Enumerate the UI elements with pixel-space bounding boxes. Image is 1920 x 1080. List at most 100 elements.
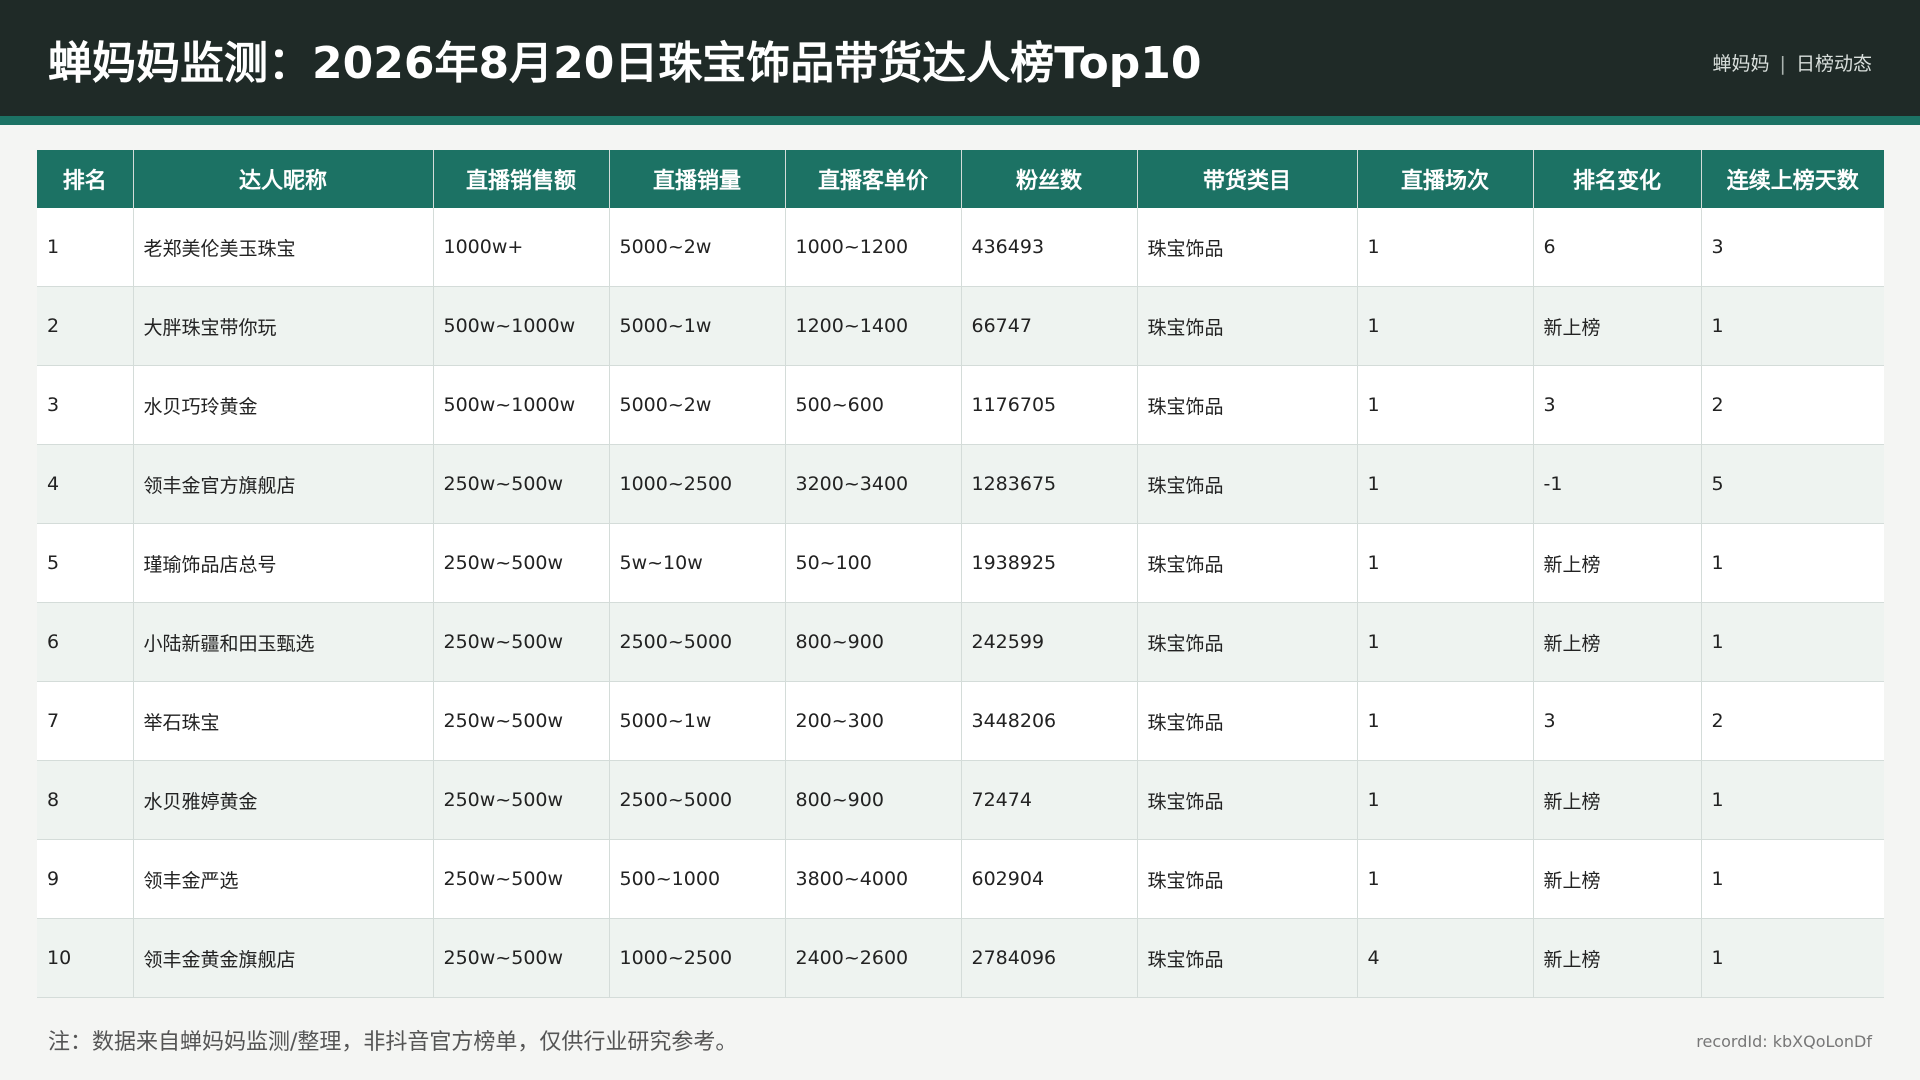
column-header: 直播销售额 — [433, 150, 610, 208]
table-cell: 2 — [1701, 681, 1884, 761]
table-cell: 1 — [1357, 523, 1534, 603]
table-cell: 5w~10w — [609, 523, 786, 603]
table-row: 5 瑾瑜饰品店总号 250w~500w 5w~10w 50~100 1938925 珠宝饰品… — [37, 523, 1884, 603]
table-cell: 新上榜 — [1533, 918, 1702, 998]
header-accent-bar — [0, 116, 1920, 125]
column-header: 达人昵称 — [133, 150, 434, 208]
table-cell: 5 — [37, 523, 134, 603]
table-cell: 436493 — [961, 208, 1138, 287]
table-cell: 2500~5000 — [609, 602, 786, 682]
table-cell: 珠宝饰品 — [1137, 760, 1358, 840]
table-cell: 1 — [1701, 918, 1884, 998]
table-row: 4 领丰金官方旗舰店 250w~500w 1000~2500 3200~3400 1283… — [37, 444, 1884, 524]
table-cell: 1 — [1357, 681, 1534, 761]
table-cell: 新上榜 — [1533, 602, 1702, 682]
table-cell: 1 — [1357, 444, 1534, 524]
table-cell: 66747 — [961, 286, 1138, 366]
table-cell: 1000w+ — [433, 208, 610, 287]
table-cell: 250w~500w — [433, 523, 610, 603]
table-cell: 2 — [37, 286, 134, 366]
table-cell: 7 — [37, 681, 134, 761]
table-cell: 3800~4000 — [785, 839, 962, 919]
table-cell: 10 — [37, 918, 134, 998]
table-cell: 珠宝饰品 — [1137, 602, 1358, 682]
ranking-table-container: 排名 达人昵称 直播销售额 直播销量 直播客单价 粉丝数 带货类目 直播场次 排名变化 连续上榜天… — [37, 150, 1884, 998]
table-cell: 珠宝饰品 — [1137, 918, 1358, 998]
table-cell: 珠宝饰品 — [1137, 208, 1358, 287]
table-cell: 珠宝饰品 — [1137, 365, 1358, 445]
table-cell: 2400~2600 — [785, 918, 962, 998]
table-cell: 5000~2w — [609, 365, 786, 445]
table-cell: 4 — [1357, 918, 1534, 998]
table-cell: 1 — [1701, 760, 1884, 840]
table-cell: 老郑美伦美玉珠宝 — [133, 208, 434, 287]
table-cell: 9 — [37, 839, 134, 919]
table-cell: 3200~3400 — [785, 444, 962, 524]
table-cell: 领丰金严选 — [133, 839, 434, 919]
table-cell: 1938925 — [961, 523, 1138, 603]
table-cell: 1 — [1701, 839, 1884, 919]
table-cell: 1200~1400 — [785, 286, 962, 366]
table-cell: 瑾瑜饰品店总号 — [133, 523, 434, 603]
table-cell: 3 — [1533, 681, 1702, 761]
table-body: 1 老郑美伦美玉珠宝 1000w+ 5000~2w 1000~1200 436493 珠宝饰… — [37, 208, 1884, 998]
table-cell: 800~900 — [785, 760, 962, 840]
column-header: 带货类目 — [1137, 150, 1358, 208]
table-cell: 1000~1200 — [785, 208, 962, 287]
table-cell: 250w~500w — [433, 760, 610, 840]
table-cell: 250w~500w — [433, 918, 610, 998]
table-cell: 1 — [37, 208, 134, 287]
table-cell: 1 — [1357, 286, 1534, 366]
table-cell: 大胖珠宝带你玩 — [133, 286, 434, 366]
header-bar: 蝉妈妈监测：2026年8月20日珠宝饰品带货达人榜Top10 蝉妈妈 | 日榜动… — [0, 0, 1920, 116]
table-cell: 1 — [1701, 602, 1884, 682]
table-cell: -1 — [1533, 444, 1702, 524]
table-cell: 500~1000 — [609, 839, 786, 919]
table-cell: 1 — [1357, 839, 1534, 919]
table-cell: 1 — [1357, 602, 1534, 682]
table-cell: 500~600 — [785, 365, 962, 445]
table-cell: 1283675 — [961, 444, 1138, 524]
table-row: 10 领丰金黄金旗舰店 250w~500w 1000~2500 2400~2600 278… — [37, 918, 1884, 998]
table-cell: 5000~1w — [609, 681, 786, 761]
section-name: 日榜动态 — [1795, 53, 1872, 75]
table-cell: 800~900 — [785, 602, 962, 682]
table-cell: 新上榜 — [1533, 760, 1702, 840]
table-cell: 5 — [1701, 444, 1884, 524]
table-cell: 3 — [1701, 208, 1884, 287]
table-cell: 3 — [1533, 365, 1702, 445]
table-cell: 200~300 — [785, 681, 962, 761]
table-cell: 5000~1w — [609, 286, 786, 366]
table-cell: 珠宝饰品 — [1137, 839, 1358, 919]
table-row: 3 水贝巧玲黄金 500w~1000w 5000~2w 500~600 1176705 珠宝… — [37, 365, 1884, 445]
table-cell: 小陆新疆和田玉甄选 — [133, 602, 434, 682]
page-title: 蝉妈妈监测：2026年8月20日珠宝饰品带货达人榜Top10 — [48, 38, 1202, 89]
table-cell: 6 — [1533, 208, 1702, 287]
table-cell: 1000~2500 — [609, 918, 786, 998]
table-cell: 2500~5000 — [609, 760, 786, 840]
table-cell: 250w~500w — [433, 839, 610, 919]
table-cell: 珠宝饰品 — [1137, 444, 1358, 524]
table-cell: 6 — [37, 602, 134, 682]
table-cell: 水贝巧玲黄金 — [133, 365, 434, 445]
table-cell: 2784096 — [961, 918, 1138, 998]
table-cell: 领丰金黄金旗舰店 — [133, 918, 434, 998]
table-cell: 602904 — [961, 839, 1138, 919]
column-header: 连续上榜天数 — [1701, 150, 1884, 208]
brand-label: 蝉妈妈 | 日榜动态 — [1712, 0, 1872, 116]
table-row: 8 水贝雅婷黄金 250w~500w 2500~5000 800~900 72474 珠宝饰… — [37, 760, 1884, 840]
column-header: 直播客单价 — [785, 150, 962, 208]
column-header: 粉丝数 — [961, 150, 1138, 208]
table-cell: 新上榜 — [1533, 286, 1702, 366]
column-header: 排名 — [37, 150, 134, 208]
ranking-table: 排名 达人昵称 直播销售额 直播销量 直播客单价 粉丝数 带货类目 直播场次 排名变化 连续上榜天… — [37, 150, 1884, 998]
table-cell: 1000~2500 — [609, 444, 786, 524]
table-cell: 水贝雅婷黄金 — [133, 760, 434, 840]
table-row: 6 小陆新疆和田玉甄选 250w~500w 2500~5000 800~900 24259… — [37, 602, 1884, 682]
table-cell: 珠宝饰品 — [1137, 681, 1358, 761]
table-cell: 举石珠宝 — [133, 681, 434, 761]
table-cell: 1 — [1357, 760, 1534, 840]
column-header: 直播场次 — [1357, 150, 1534, 208]
table-cell: 1 — [1701, 286, 1884, 366]
table-cell: 2 — [1701, 365, 1884, 445]
